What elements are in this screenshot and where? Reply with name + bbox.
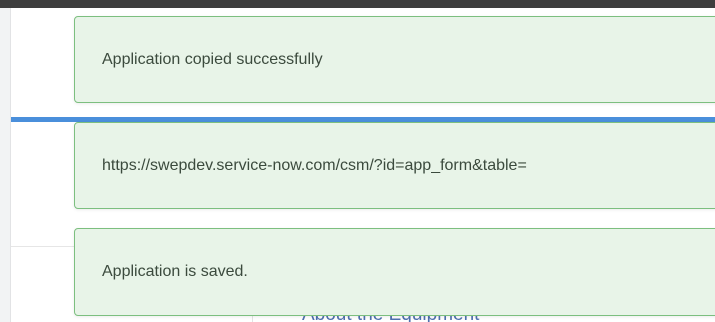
page: About the Equipment Application copied s…	[0, 0, 715, 322]
success-notification-url[interactable]: https://swepdev.service-now.com/csm/?id=…	[74, 122, 715, 209]
top-bar	[0, 0, 715, 8]
notification-message: Application is saved.	[102, 263, 248, 280]
success-notification-saved[interactable]: Application is saved.	[74, 228, 715, 316]
notification-message: Application copied successfully	[102, 50, 323, 68]
success-notification-copied[interactable]: Application copied successfully	[74, 16, 715, 103]
left-panel-edge	[0, 8, 11, 322]
notification-message: https://swepdev.service-now.com/csm/?id=…	[102, 156, 527, 174]
